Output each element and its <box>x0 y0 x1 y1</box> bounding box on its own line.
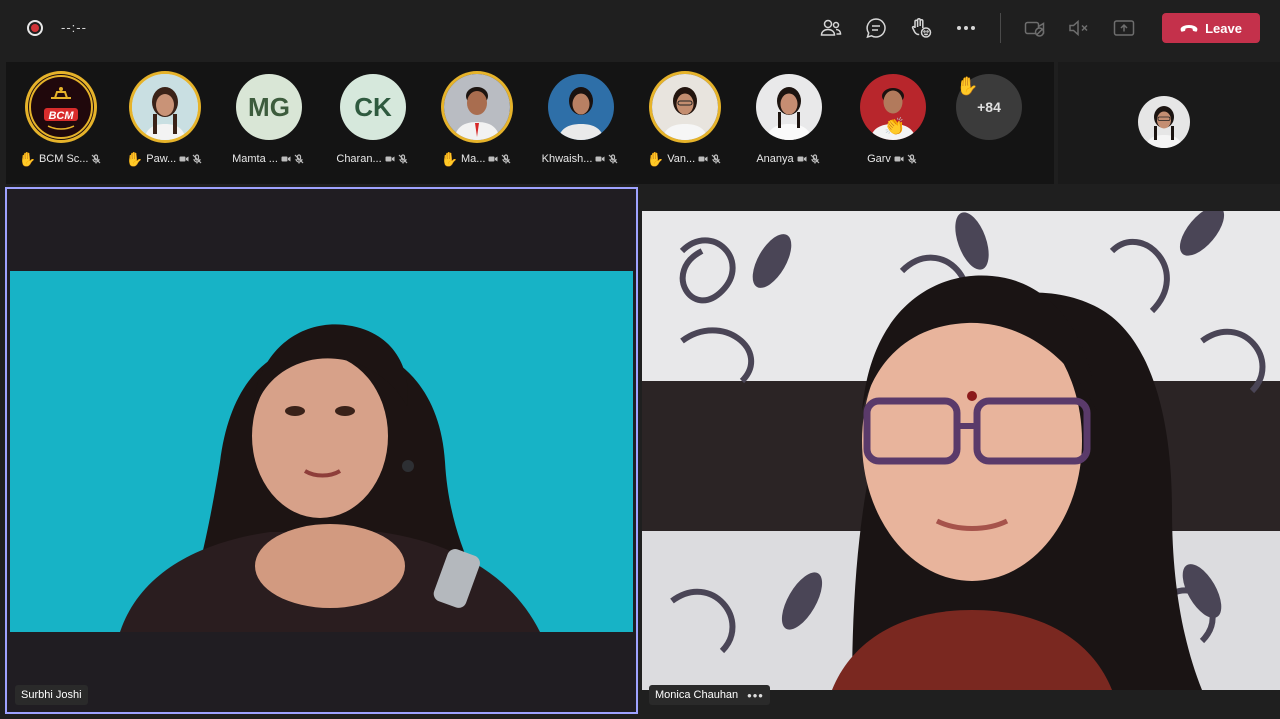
participant-name: Mamta ... <box>232 153 278 165</box>
participant-strip: BCM ✋ BCM Sc... ✋ Paw... MG Mamta ... CK… <box>6 62 1054 184</box>
avatar: CK <box>340 74 406 140</box>
more-options-icon[interactable]: ••• <box>747 688 764 703</box>
participant-tile[interactable]: Ananya <box>736 62 840 184</box>
participant-tile[interactable]: Khwaish... <box>528 62 632 184</box>
mic-off-icon <box>810 154 820 164</box>
avatar: MG <box>236 74 302 140</box>
leave-button[interactable]: Leave <box>1162 13 1260 43</box>
mic-off-icon <box>294 154 304 164</box>
mic-off-icon <box>192 154 202 164</box>
reactions-icon[interactable] <box>909 16 933 40</box>
participant-name: Ma... <box>460 153 486 165</box>
participant-tile[interactable]: ✋ Paw... <box>112 62 216 184</box>
school-logo-icon: BCM <box>29 75 93 139</box>
raised-hand-icon: ✋ <box>125 150 144 167</box>
person-photo-icon <box>756 74 822 140</box>
participant-name: Khwaish... <box>541 153 593 165</box>
participant-tile[interactable]: 👏 Garv <box>840 62 944 184</box>
logo-text: BCM <box>48 110 74 122</box>
camera-off-icon <box>385 154 395 164</box>
participant-tile[interactable]: MG Mamta ... <box>216 62 320 184</box>
person-photo-icon <box>652 74 718 140</box>
avatar <box>548 74 614 140</box>
participant-name: BCM Sc... <box>38 153 89 165</box>
meeting-toolbar: --:-- Leave <box>0 0 1280 58</box>
mic-off-icon <box>907 154 917 164</box>
clap-reaction-icon: 👏 <box>884 117 906 136</box>
participant-name: Surbhi Joshi <box>21 689 82 701</box>
camera-off-icon <box>595 154 605 164</box>
recording-indicator-icon <box>27 20 43 36</box>
raised-hand-icon: ✋ <box>440 150 458 167</box>
participant-label: Garv <box>840 151 944 167</box>
participant-label: ✋ Ma... <box>424 151 528 167</box>
mic-off-icon <box>608 154 618 164</box>
video-tile-monica[interactable]: Monica Chauhan ••• <box>641 187 1280 714</box>
share-icon[interactable] <box>1112 16 1136 40</box>
participant-tile[interactable]: BCM ✋ BCM Sc... <box>8 62 112 184</box>
participants-icon[interactable] <box>819 16 843 40</box>
raised-hand-icon: ✋ <box>18 150 36 167</box>
self-view <box>1058 62 1280 184</box>
mic-off-icon <box>398 154 408 164</box>
participant-tile[interactable]: CK Charan... <box>320 62 424 184</box>
camera-off-icon <box>179 154 189 164</box>
person-photo-icon <box>132 74 198 140</box>
participant-name: Monica Chauhan <box>655 689 739 701</box>
person-photo-icon <box>548 74 614 140</box>
participant-video <box>642 211 1280 690</box>
participant-label: ✋ BCM Sc... <box>8 151 112 167</box>
participant-name-tag: Monica Chauhan ••• <box>649 685 770 705</box>
camera-off-icon <box>488 154 498 164</box>
avatar <box>132 74 198 140</box>
self-avatar <box>1138 96 1190 148</box>
camera-off-icon[interactable] <box>1023 16 1047 40</box>
mic-off-icon[interactable] <box>1067 16 1091 40</box>
participant-name: Van... <box>667 153 696 165</box>
more-actions-icon[interactable] <box>954 16 978 40</box>
participant-label: Ananya <box>736 151 840 167</box>
chat-icon[interactable] <box>864 16 888 40</box>
mic-off-icon <box>91 154 101 164</box>
leave-label: Leave <box>1205 20 1242 36</box>
raised-hand-icon: ✋ <box>956 76 979 96</box>
raised-hand-icon: ✋ <box>646 150 665 167</box>
camera-off-icon <box>894 154 904 164</box>
participant-tile[interactable]: ✋ Van... <box>632 62 736 184</box>
participant-name: Ananya <box>756 153 794 165</box>
participant-video <box>10 271 633 632</box>
toolbar-divider <box>1000 13 1001 43</box>
participant-label: Mamta ... <box>216 151 320 167</box>
participant-name: Garv <box>867 153 891 165</box>
avatar <box>444 74 510 140</box>
participant-label: Khwaish... <box>528 151 632 167</box>
participant-label: Charan... <box>320 151 424 167</box>
participant-name-tag: Surbhi Joshi <box>15 685 88 705</box>
participant-tile[interactable]: ✋ Ma... <box>424 62 528 184</box>
avatar <box>652 74 718 140</box>
avatar: BCM <box>28 74 94 140</box>
person-photo-icon <box>1138 96 1190 148</box>
participant-name: Charan... <box>336 153 382 165</box>
camera-off-icon <box>797 154 807 164</box>
participant-name: Paw... <box>146 153 177 165</box>
camera-off-icon <box>698 154 708 164</box>
overflow-participants-button[interactable]: +84 <box>936 62 1040 184</box>
participant-label: ✋ Paw... <box>112 151 216 167</box>
mic-off-icon <box>501 154 511 164</box>
video-tile-surbhi[interactable]: Surbhi Joshi <box>5 187 638 714</box>
avatar <box>756 74 822 140</box>
mic-off-icon <box>711 154 721 164</box>
camera-off-icon <box>281 154 291 164</box>
meeting-timer: --:-- <box>61 20 87 35</box>
phone-hangup-icon <box>1180 24 1198 32</box>
participant-label: ✋ Van... <box>632 151 736 167</box>
person-photo-icon <box>444 74 510 140</box>
